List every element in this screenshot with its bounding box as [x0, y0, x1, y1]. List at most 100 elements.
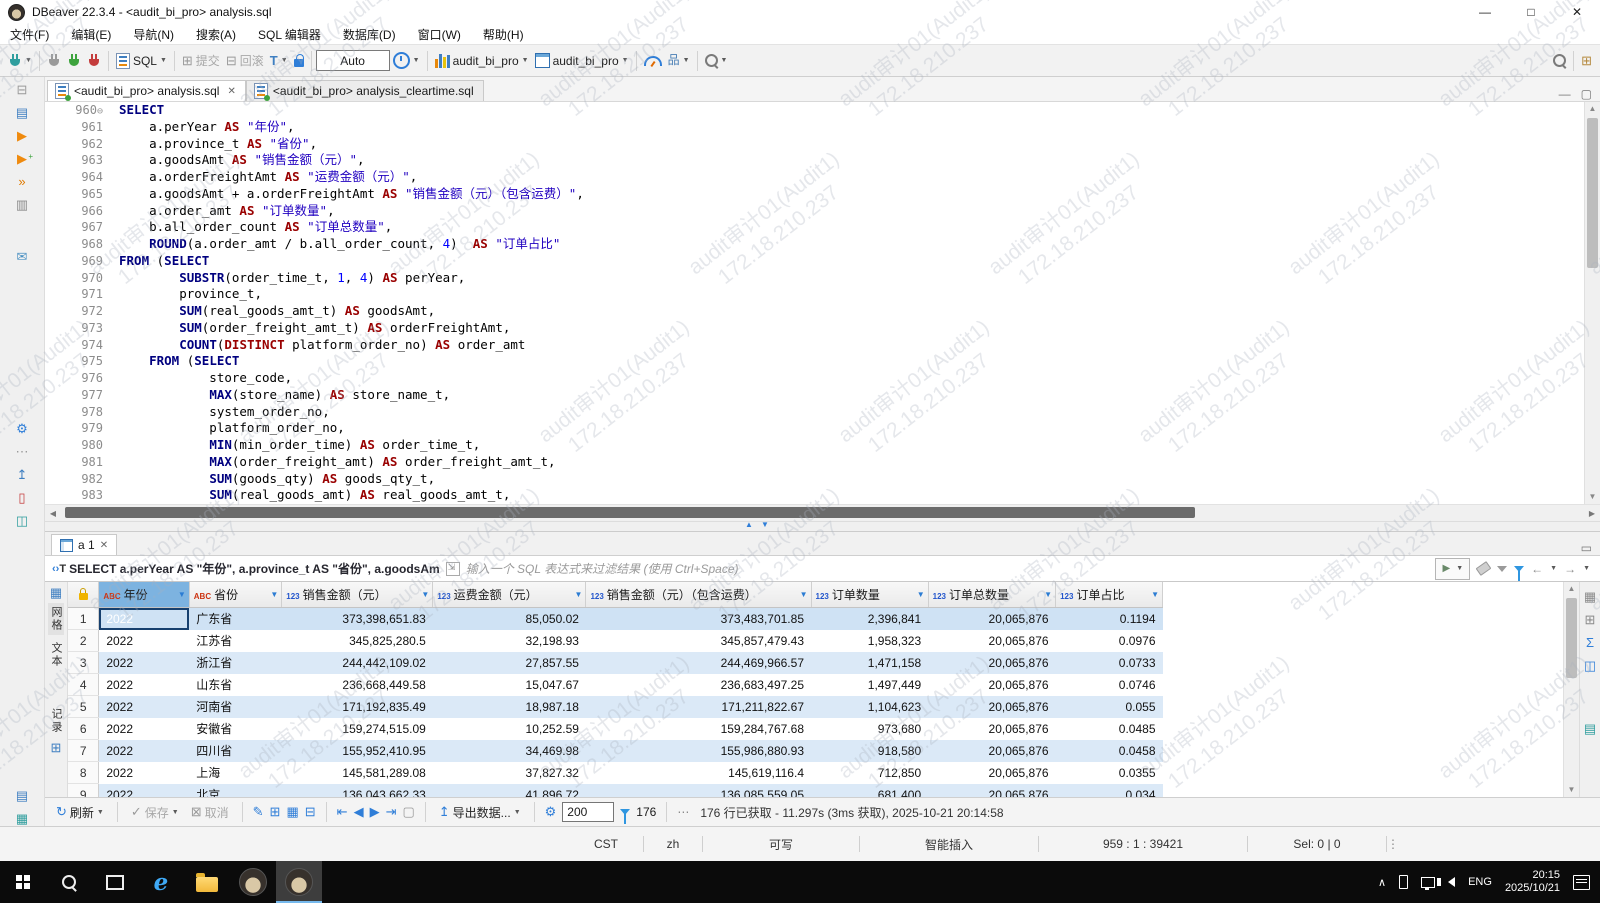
- row-number[interactable]: 7: [68, 740, 99, 762]
- new-connection-button[interactable]: ▼: [5, 51, 35, 70]
- cell[interactable]: 0.0458: [1056, 740, 1163, 762]
- connect-button[interactable]: [44, 51, 64, 70]
- split-editor-icon[interactable]: ◫: [16, 514, 28, 528]
- cell[interactable]: 236,668,449.58: [282, 674, 433, 696]
- start-button[interactable]: [0, 861, 46, 903]
- cell[interactable]: 广东省: [189, 608, 281, 630]
- panel-refs-icon[interactable]: ▤: [1584, 722, 1596, 735]
- file-explorer-button[interactable]: [184, 861, 230, 903]
- pen-input-icon[interactable]: [1399, 875, 1408, 889]
- cell[interactable]: 2022: [99, 784, 189, 798]
- console-icon[interactable]: ⊟: [17, 83, 28, 97]
- menu-item[interactable]: 搜索(A): [196, 26, 236, 43]
- cell[interactable]: 973,680: [811, 718, 928, 740]
- execute-new-tab-icon[interactable]: ▶+: [17, 152, 27, 166]
- code-line[interactable]: 969FROM (SELECT: [45, 253, 1600, 270]
- cell[interactable]: 20,065,876: [928, 674, 1055, 696]
- scroll-left-icon[interactable]: ◀: [45, 509, 61, 518]
- column-filter-icon[interactable]: ▼: [800, 590, 808, 599]
- edit-cell-icon[interactable]: ✎: [253, 804, 264, 820]
- tray-expand-icon[interactable]: ∧: [1378, 876, 1386, 889]
- cell[interactable]: 27,857.55: [433, 652, 586, 674]
- cell[interactable]: 2022: [99, 674, 189, 696]
- column-header[interactable]: ABC年份▼: [99, 582, 189, 608]
- goto-row-icon[interactable]: ▢: [402, 804, 414, 820]
- cell[interactable]: 0.0355: [1056, 762, 1163, 784]
- column-filter-icon[interactable]: ▼: [1151, 590, 1159, 599]
- view-tab-2[interactable]: 文本: [48, 639, 64, 671]
- volume-icon[interactable]: [1448, 877, 1455, 887]
- table-row[interactable]: 22022江苏省345,825,280.532,198.93345,857,47…: [68, 630, 1163, 652]
- view-tab-1[interactable]: 网格: [48, 603, 64, 635]
- column-filter-icon[interactable]: ▼: [1044, 590, 1052, 599]
- disconnect-button[interactable]: [84, 51, 104, 70]
- column-filter-icon[interactable]: ▼: [178, 590, 186, 599]
- collapse-down-icon[interactable]: ▼: [761, 520, 769, 529]
- code-line[interactable]: 983 SUM(real_goods_amt) AS real_goods_am…: [45, 487, 1600, 504]
- code-line[interactable]: 971 province_t,: [45, 286, 1600, 303]
- cell[interactable]: 2022: [99, 762, 189, 784]
- table-row[interactable]: 42022山东省236,668,449.5815,047.67236,683,4…: [68, 674, 1163, 696]
- cell[interactable]: 1,104,623: [811, 696, 928, 718]
- row-number[interactable]: 1: [68, 608, 99, 630]
- editor-vertical-scrollbar[interactable]: ▲ ▼: [1584, 102, 1600, 504]
- code-line[interactable]: 979 platform_order_no,: [45, 420, 1600, 437]
- grid-view-icon[interactable]: ▦: [50, 586, 62, 599]
- cell[interactable]: 20,065,876: [928, 696, 1055, 718]
- menu-item[interactable]: 窗口(W): [418, 26, 461, 43]
- close-icon[interactable]: ✕: [100, 540, 108, 551]
- previous-row-icon[interactable]: ◀: [354, 804, 364, 820]
- fetch-size-input[interactable]: 200: [562, 802, 614, 822]
- cell[interactable]: 2022: [99, 718, 189, 740]
- table-row[interactable]: 52022河南省171,192,835.4918,987.18171,211,8…: [68, 696, 1163, 718]
- cell[interactable]: 159,284,767.68: [586, 718, 811, 740]
- database-icon[interactable]: ▤: [16, 106, 28, 120]
- cell[interactable]: 345,857,479.43: [586, 630, 811, 652]
- menu-item[interactable]: 数据库(D): [343, 26, 396, 43]
- table-row[interactable]: 72022四川省155,952,410.9534,469.98155,986,8…: [68, 740, 1163, 762]
- cell[interactable]: 345,825,280.5: [282, 630, 433, 652]
- explain-plan-icon[interactable]: ▥: [16, 198, 28, 212]
- cell[interactable]: 1,958,323: [811, 630, 928, 652]
- cell[interactable]: 0.1194: [1056, 608, 1163, 630]
- cell[interactable]: 145,581,289.08: [282, 762, 433, 784]
- cell[interactable]: 20,065,876: [928, 762, 1055, 784]
- explain-plan-button[interactable]: 品▼: [665, 52, 693, 69]
- cell[interactable]: 155,952,410.95: [282, 740, 433, 762]
- dbeaver-taskbar-button[interactable]: [230, 861, 276, 903]
- sql-editor-button[interactable]: SQL▼: [113, 51, 170, 71]
- column-filter-icon[interactable]: ▼: [917, 590, 925, 599]
- cell[interactable]: 159,274,515.09: [282, 718, 433, 740]
- dbeaver-active-taskbar-button[interactable]: [276, 861, 322, 903]
- cell[interactable]: 145,619,116.4: [586, 762, 811, 784]
- column-header[interactable]: 123运费金额（元）▼: [433, 582, 586, 608]
- grid-view-icon[interactable]: ▦: [16, 812, 28, 826]
- column-header[interactable]: 123销售金额（元）（包含运费）▼: [586, 582, 811, 608]
- minimize-view-icon[interactable]: —: [1559, 87, 1571, 101]
- cell[interactable]: 136,085,559.05: [586, 784, 811, 798]
- taskbar-search-button[interactable]: [46, 861, 92, 903]
- menu-item[interactable]: 文件(F): [10, 26, 49, 43]
- cell[interactable]: 20,065,876: [928, 740, 1055, 762]
- filter-settings-icon[interactable]: [1514, 566, 1524, 572]
- code-line[interactable]: 966 a.order_amt AS "订单数量",: [45, 203, 1600, 220]
- cell[interactable]: 15,047.67: [433, 674, 586, 696]
- action-center-icon[interactable]: [1573, 875, 1590, 890]
- cell[interactable]: 136,043,662.33: [282, 784, 433, 798]
- last-row-icon[interactable]: ⇥: [386, 804, 397, 820]
- table-row[interactable]: 82022上海145,581,289.0837,827.32145,619,11…: [68, 762, 1163, 784]
- scroll-up-icon[interactable]: ▲: [1585, 102, 1600, 116]
- settings-gear-icon[interactable]: ⚙: [545, 804, 557, 820]
- settings-gear-icon[interactable]: ⚙: [16, 422, 28, 436]
- task-view-button[interactable]: [92, 861, 138, 903]
- code-line[interactable]: 963 a.goodsAmt AS "销售金额（元）",: [45, 152, 1600, 169]
- cell[interactable]: 32,198.93: [433, 630, 586, 652]
- table-row[interactable]: 32022浙江省244,442,109.0227,857.55244,469,9…: [68, 652, 1163, 674]
- cell[interactable]: 安徽省: [189, 718, 281, 740]
- cell[interactable]: 0.0746: [1056, 674, 1163, 696]
- cell[interactable]: 10,252.59: [433, 718, 586, 740]
- cell[interactable]: 20,065,876: [928, 608, 1055, 630]
- maximize-panel-icon[interactable]: ▭: [1581, 541, 1592, 555]
- code-line[interactable]: 974 COUNT(DISTINCT platform_order_no) AS…: [45, 337, 1600, 354]
- more-icon[interactable]: ⋯: [16, 445, 29, 459]
